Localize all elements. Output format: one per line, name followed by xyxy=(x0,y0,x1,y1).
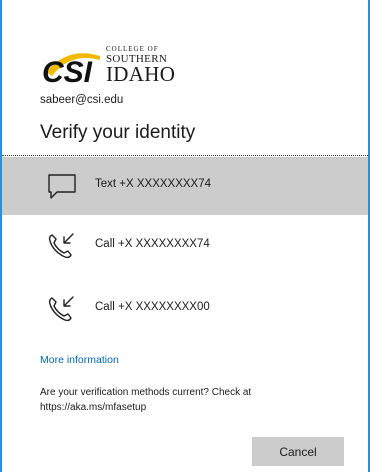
option-label: Call +X XXXXXXXX74 xyxy=(95,238,210,250)
option-label: Text +X XXXXXXXX74 xyxy=(95,178,212,190)
options-divider xyxy=(2,155,368,156)
logo-line-idaho: IDAHO xyxy=(106,62,176,86)
page-title: Verify your identity xyxy=(40,122,196,143)
mfa-setup-notice: Are your verification methods current? C… xyxy=(40,387,252,413)
text-message-icon xyxy=(48,174,76,199)
option-text-74[interactable]: Text +X XXXXXXXX74 xyxy=(2,157,368,215)
account-email: sabeer@csi.edu xyxy=(40,94,124,106)
phone-call-icon xyxy=(48,296,74,322)
option-call-00[interactable]: Call +X XXXXXXXX00 xyxy=(2,280,368,338)
option-label: Call +X XXXXXXXX00 xyxy=(95,301,210,313)
dialog-frame: CSI COLLEGE OF SOUTHERN IDAHO sabeer@csi… xyxy=(0,0,370,472)
option-call-74[interactable]: Call +X XXXXXXXX74 xyxy=(2,217,368,275)
csi-logo-letters: CSI xyxy=(42,56,93,86)
csi-logo: CSI COLLEGE OF SOUTHERN IDAHO xyxy=(40,42,180,87)
csi-logo-mark: CSI xyxy=(42,53,100,86)
more-information-link[interactable]: More information xyxy=(40,354,119,366)
phone-call-icon xyxy=(48,233,74,259)
logo-line-college-of: COLLEGE OF xyxy=(106,45,159,53)
cancel-button[interactable]: Cancel xyxy=(252,437,344,466)
csi-logo-wordmark: COLLEGE OF SOUTHERN IDAHO xyxy=(106,46,180,85)
